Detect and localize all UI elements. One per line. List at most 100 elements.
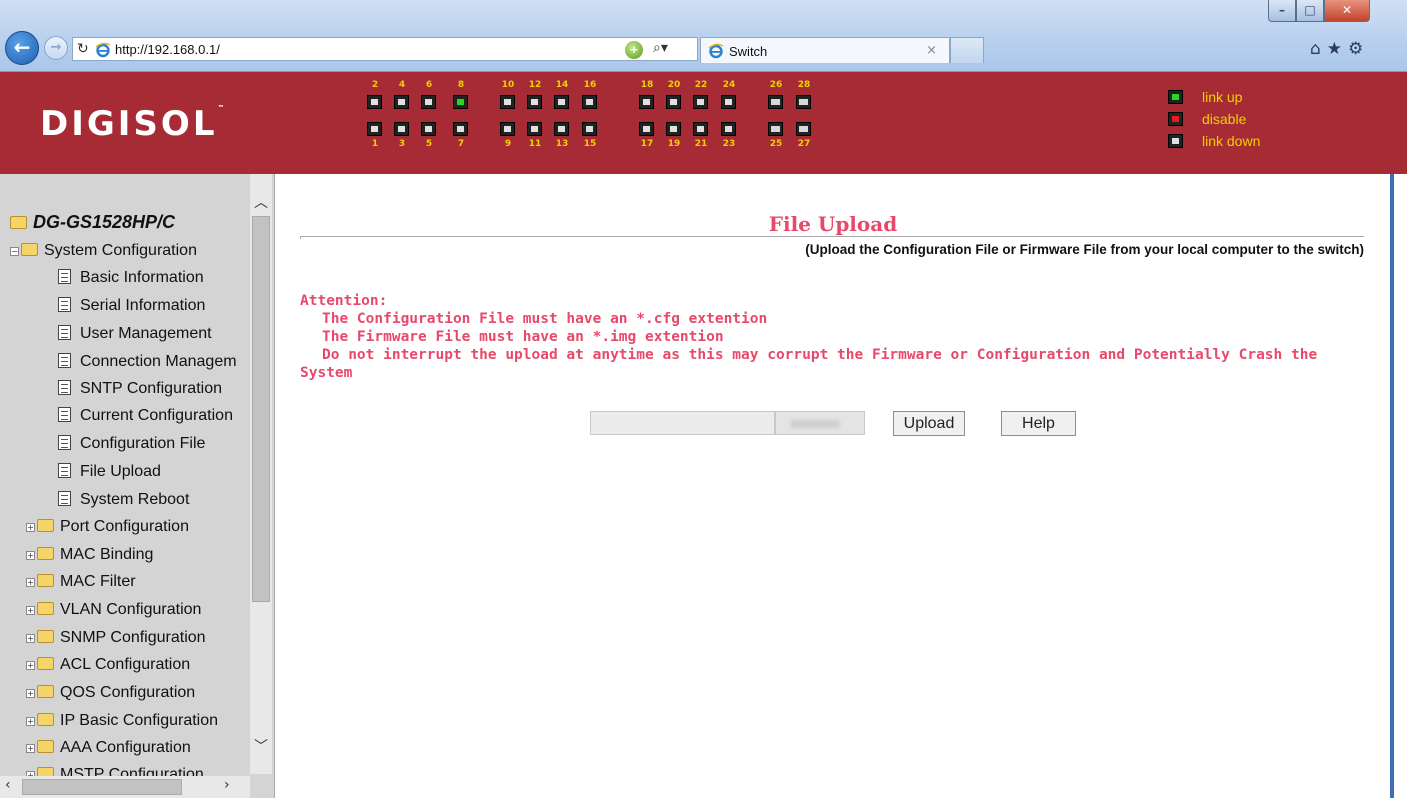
- port-3-icon[interactable]: [394, 122, 409, 136]
- help-button[interactable]: Help: [1001, 411, 1076, 436]
- forward-button[interactable]: →: [44, 36, 68, 60]
- port-number-label: 27: [797, 139, 811, 149]
- port-7-icon[interactable]: [453, 122, 468, 136]
- address-bar[interactable]: ↻ http://192.168.0.1/ + ⌕▾: [72, 37, 698, 61]
- sidebar-item-label: User Management: [80, 325, 212, 342]
- port-8-icon[interactable]: [453, 95, 468, 109]
- url-text[interactable]: http://192.168.0.1/: [115, 42, 220, 57]
- sidebar-item-label: SNTP Configuration: [80, 380, 222, 397]
- port-6-icon[interactable]: [421, 95, 436, 109]
- expand-icon[interactable]: +: [26, 634, 35, 643]
- sidebar-item-connection-management[interactable]: Connection Managem: [58, 353, 237, 371]
- tab-close-icon[interactable]: ×: [926, 43, 937, 58]
- folder-icon: [37, 713, 54, 726]
- browse-button[interactable]: [775, 411, 865, 435]
- expand-icon[interactable]: +: [26, 661, 35, 670]
- expand-icon[interactable]: +: [26, 578, 35, 587]
- port-14-icon[interactable]: [554, 95, 569, 109]
- expand-icon[interactable]: +: [26, 689, 35, 698]
- port-2-icon[interactable]: [367, 95, 382, 109]
- sidebar-item-aaa-configuration[interactable]: + AAA Configuration: [26, 739, 191, 757]
- expand-icon[interactable]: +: [26, 551, 35, 560]
- expand-icon[interactable]: +: [26, 717, 35, 726]
- port-13-icon[interactable]: [554, 122, 569, 136]
- expand-icon[interactable]: +: [26, 523, 35, 532]
- port-15-icon[interactable]: [582, 122, 597, 136]
- back-button[interactable]: ←: [5, 31, 39, 65]
- collapse-icon[interactable]: −: [10, 247, 19, 256]
- sidebar-horizontal-scrollbar[interactable]: ‹ ›: [0, 776, 250, 798]
- sidebar-item-configuration-file[interactable]: Configuration File: [58, 435, 205, 453]
- sidebar-item-system-configuration[interactable]: − System Configuration: [10, 242, 197, 260]
- new-tab-button[interactable]: [950, 37, 984, 63]
- port-5-icon[interactable]: [421, 122, 436, 136]
- sidebar-item-mac-binding[interactable]: + MAC Binding: [26, 546, 153, 564]
- minimize-button[interactable]: –: [1268, 0, 1296, 22]
- tab-switch[interactable]: Switch ×: [700, 37, 950, 63]
- port-number-label: 22: [694, 80, 708, 90]
- port-25-icon[interactable]: [768, 122, 783, 136]
- logo-text: DIGISOL: [40, 104, 218, 144]
- port-28-icon[interactable]: [796, 95, 811, 109]
- close-window-button[interactable]: ✕: [1324, 0, 1370, 22]
- maximize-button[interactable]: □: [1296, 0, 1324, 22]
- sidebar-item-user-management[interactable]: User Management: [58, 325, 212, 343]
- expand-icon[interactable]: +: [26, 744, 35, 753]
- port-number-label: 28: [797, 80, 811, 90]
- file-path-input[interactable]: [590, 411, 775, 435]
- port-number-label: 4: [398, 80, 406, 90]
- toolbar-icons[interactable]: ⌂★⚙: [1310, 39, 1369, 59]
- attention-line: The Configuration File must have an *.cf…: [322, 311, 768, 327]
- scroll-left-icon[interactable]: ‹: [5, 777, 11, 793]
- page-icon: [58, 297, 71, 312]
- port-10-icon[interactable]: [500, 95, 515, 109]
- port-4-icon[interactable]: [394, 95, 409, 109]
- port-27-icon[interactable]: [796, 122, 811, 136]
- port-24-icon[interactable]: [721, 95, 736, 109]
- port-19-icon[interactable]: [666, 122, 681, 136]
- page-icon: [58, 353, 71, 368]
- sidebar-item-serial-information[interactable]: Serial Information: [58, 297, 205, 315]
- expand-icon[interactable]: +: [26, 606, 35, 615]
- port-21-icon[interactable]: [693, 122, 708, 136]
- port-18-icon[interactable]: [639, 95, 654, 109]
- search-dropdown-icon[interactable]: ⌕▾: [653, 40, 668, 56]
- sidebar-item-qos-configuration[interactable]: + QOS Configuration: [26, 684, 195, 702]
- sidebar-item-file-upload[interactable]: File Upload: [58, 463, 161, 481]
- sidebar-item-basic-information[interactable]: Basic Information: [58, 269, 204, 287]
- sidebar-item-sntp-configuration[interactable]: SNTP Configuration: [58, 380, 222, 398]
- port-22-icon[interactable]: [693, 95, 708, 109]
- port-12-icon[interactable]: [527, 95, 542, 109]
- port-26-icon[interactable]: [768, 95, 783, 109]
- window-edge: [1390, 174, 1407, 798]
- sidebar-item-ip-basic-configuration[interactable]: + IP Basic Configuration: [26, 712, 218, 730]
- port-23-icon[interactable]: [721, 122, 736, 136]
- port-11-icon[interactable]: [527, 122, 542, 136]
- port-number-label: 26: [769, 80, 783, 90]
- scroll-thumb[interactable]: [252, 216, 270, 602]
- port-9-icon[interactable]: [500, 122, 515, 136]
- scroll-thumb[interactable]: [22, 779, 182, 795]
- refresh-icon[interactable]: ↻: [77, 41, 89, 57]
- port-1-icon[interactable]: [367, 122, 382, 136]
- scroll-up-icon[interactable]: ︿: [254, 192, 268, 212]
- sidebar-item-current-configuration[interactable]: Current Configuration: [58, 407, 233, 425]
- compatibility-icon[interactable]: +: [625, 41, 643, 59]
- sidebar-item-port-configuration[interactable]: + Port Configuration: [26, 518, 189, 536]
- sidebar-item-vlan-configuration[interactable]: + VLAN Configuration: [26, 601, 201, 619]
- sidebar-item-label: MAC Binding: [60, 546, 154, 563]
- upload-button[interactable]: Upload: [893, 411, 965, 436]
- scroll-right-icon[interactable]: ›: [224, 777, 230, 793]
- folder-icon: [37, 657, 54, 670]
- page-icon: [58, 269, 71, 284]
- sidebar-item-acl-configuration[interactable]: + ACL Configuration: [26, 656, 190, 674]
- scroll-down-icon[interactable]: ﹀: [254, 736, 268, 756]
- port-16-icon[interactable]: [582, 95, 597, 109]
- sidebar-vertical-scrollbar[interactable]: ︿ ﹀: [250, 174, 272, 774]
- sidebar-item-system-reboot[interactable]: System Reboot: [58, 491, 189, 509]
- port-17-icon[interactable]: [639, 122, 654, 136]
- device-root[interactable]: DG-GS1528HP/C: [10, 212, 175, 233]
- port-20-icon[interactable]: [666, 95, 681, 109]
- sidebar-item-snmp-configuration[interactable]: + SNMP Configuration: [26, 629, 206, 647]
- sidebar-item-mac-filter[interactable]: + MAC Filter: [26, 573, 136, 591]
